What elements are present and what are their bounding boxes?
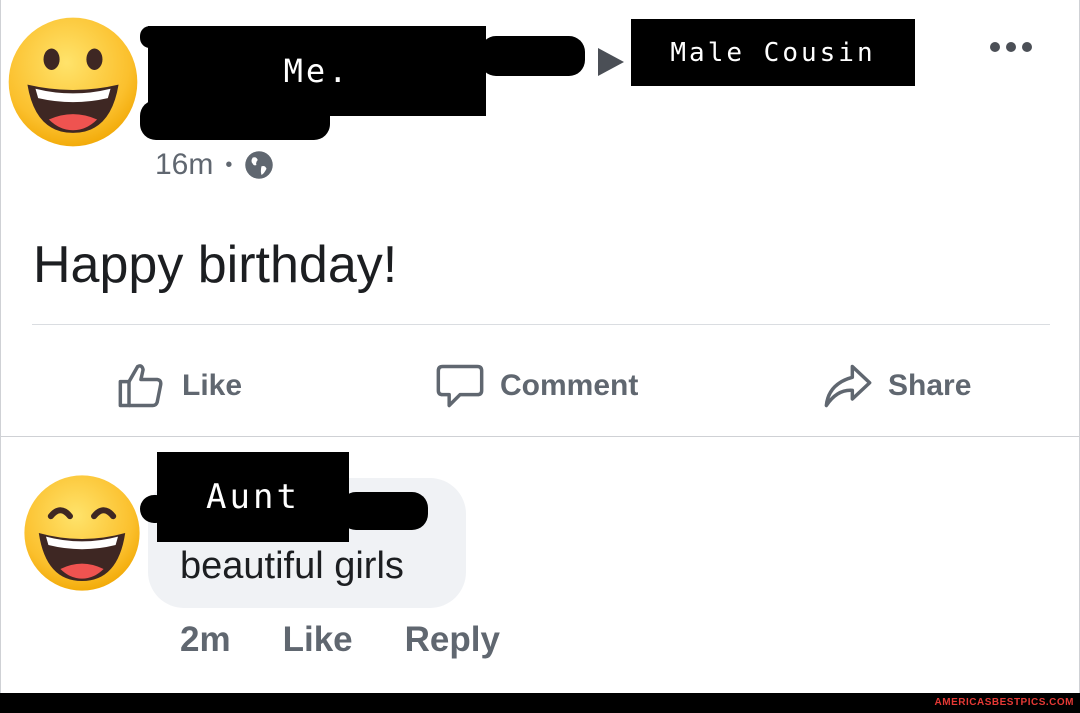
comment-like-button[interactable]: Like — [283, 620, 353, 660]
recipient-name-label[interactable]: Male Cousin — [631, 19, 915, 86]
author-name-label[interactable]: Me. — [148, 26, 486, 116]
frame-border-left — [0, 0, 1, 693]
share-label: Share — [888, 369, 972, 402]
redaction-bar — [480, 36, 585, 76]
comment-actions: 2m Like Reply — [180, 620, 552, 660]
globe-icon — [245, 151, 274, 179]
arrow-right-icon — [598, 48, 624, 76]
comment-label: Comment — [500, 369, 639, 402]
comment-reply-button[interactable]: Reply — [405, 620, 500, 660]
comment-author-label[interactable]: Aunt — [157, 452, 349, 542]
separator-dot: • — [225, 153, 233, 176]
laughing-face-avatar[interactable] — [22, 473, 142, 593]
watermark-bar: AMERICASBESTPICS.COM — [0, 693, 1080, 713]
comment-text: beautiful girls — [180, 545, 404, 587]
comment-timestamp[interactable]: 2m — [180, 620, 231, 660]
post-timestamp[interactable]: 16m — [155, 148, 213, 182]
grinning-face-avatar[interactable] — [6, 15, 140, 149]
share-arrow-icon — [824, 364, 872, 408]
speech-bubble-icon — [436, 364, 484, 408]
post-text: Happy birthday! — [33, 236, 398, 294]
post-meta: 16m • — [155, 148, 274, 182]
section-separator — [0, 436, 1080, 437]
thumbs-up-icon — [118, 364, 163, 408]
comment-button[interactable]: Comment — [434, 360, 638, 412]
watermark-text: AMERICASBESTPICS.COM — [934, 697, 1074, 708]
divider — [32, 324, 1050, 325]
more-options-icon[interactable] — [990, 42, 1032, 52]
share-button[interactable]: Share — [822, 360, 971, 412]
like-label: Like — [182, 369, 243, 402]
redaction-bar — [340, 492, 428, 530]
like-button[interactable]: Like — [116, 360, 242, 412]
